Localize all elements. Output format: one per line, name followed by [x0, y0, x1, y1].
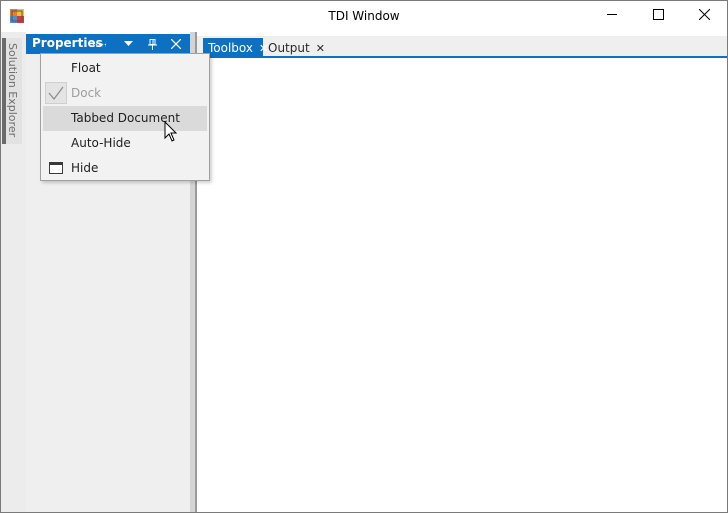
- tab-toolbox[interactable]: Toolbox ✕: [203, 38, 268, 58]
- grip-icon: [92, 43, 106, 47]
- mouse-cursor-icon: [164, 120, 178, 143]
- close-icon: [171, 39, 181, 49]
- properties-pane-header[interactable]: Properties: [26, 34, 190, 54]
- tab-label: Toolbox: [208, 41, 253, 55]
- minimize-button[interactable]: [589, 1, 635, 31]
- close-button[interactable]: [681, 1, 727, 31]
- pane-close-button[interactable]: [168, 36, 184, 52]
- menu-item-auto-hide[interactable]: Auto-Hide: [43, 131, 207, 156]
- menu-item-label: Hide: [71, 161, 99, 175]
- tab-label: Output: [268, 41, 310, 55]
- document-area: Toolbox ✕ Output ✕: [197, 32, 727, 512]
- menu-item-label: Auto-Hide: [71, 136, 131, 150]
- minimize-icon: [606, 9, 618, 23]
- menu-item-label: Dock: [71, 86, 102, 100]
- document-tab-strip: Toolbox ✕ Output ✕: [197, 36, 727, 58]
- checkmark-icon: [45, 82, 67, 104]
- window-icon: [45, 157, 67, 179]
- pane-options-button[interactable]: [120, 36, 136, 52]
- autohide-strip: Solution Explorer: [1, 32, 26, 512]
- title-bar[interactable]: TDI Window: [1, 1, 727, 32]
- maximize-icon: [652, 9, 664, 23]
- autohide-label: Solution Explorer: [6, 43, 19, 138]
- maximize-button[interactable]: [635, 1, 681, 31]
- tdi-window: TDI Window Solution Explorer Properties …: [0, 0, 728, 513]
- menu-item-label: Float: [71, 61, 101, 75]
- pin-icon: [147, 38, 157, 50]
- menu-item-tabbed-document[interactable]: Tabbed Document: [43, 106, 207, 131]
- chevron-down-icon: [123, 41, 133, 46]
- menu-item-float[interactable]: Float: [43, 56, 207, 81]
- menu-item-hide[interactable]: Hide: [43, 156, 207, 181]
- close-icon: [698, 8, 710, 23]
- menu-item-dock[interactable]: Dock: [43, 81, 207, 106]
- pin-button[interactable]: [144, 36, 160, 52]
- tab-output[interactable]: Output ✕: [263, 38, 325, 58]
- close-icon[interactable]: ✕: [316, 43, 325, 54]
- pane-context-menu: Float Dock Tabbed Document Auto-Hide Hid…: [40, 53, 210, 181]
